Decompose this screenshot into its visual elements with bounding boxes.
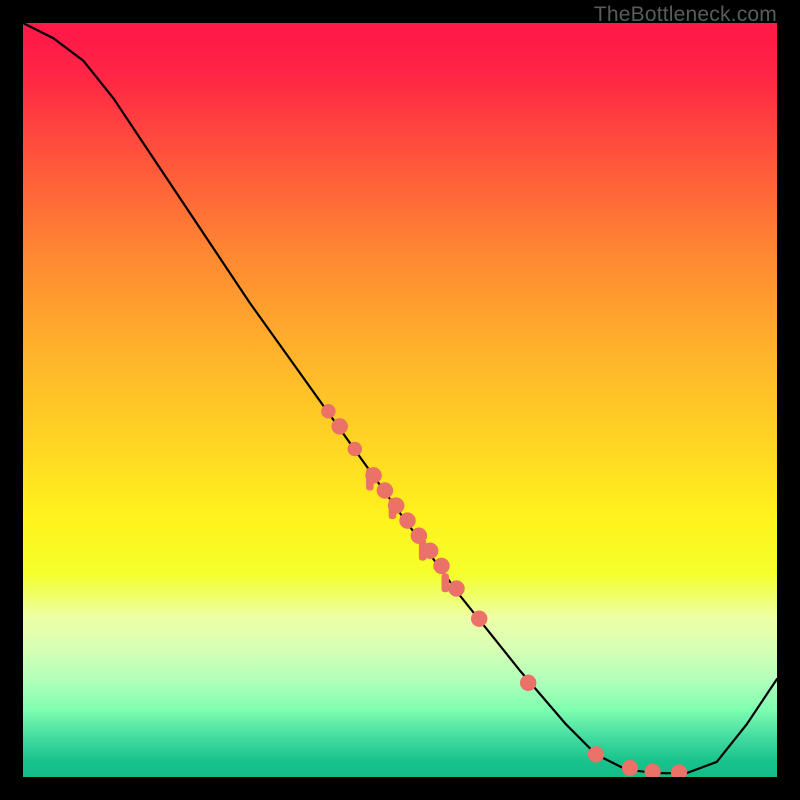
data-point bbox=[422, 543, 438, 559]
data-point bbox=[622, 760, 638, 776]
data-point bbox=[348, 442, 362, 456]
data-point bbox=[471, 611, 487, 627]
data-point bbox=[411, 528, 427, 544]
data-point bbox=[671, 765, 687, 778]
data-point bbox=[388, 498, 404, 514]
data-point bbox=[400, 513, 416, 529]
data-point bbox=[366, 467, 382, 483]
chart-overlay bbox=[23, 23, 777, 777]
data-point bbox=[332, 418, 348, 434]
data-point bbox=[449, 581, 465, 597]
data-point bbox=[588, 746, 604, 762]
watermark-text: TheBottleneck.com bbox=[594, 3, 777, 27]
bottleneck-curve bbox=[23, 23, 777, 773]
data-point bbox=[645, 764, 661, 777]
data-point bbox=[434, 558, 450, 574]
chart-frame: TheBottleneck.com bbox=[0, 0, 800, 800]
data-point bbox=[520, 675, 536, 691]
data-point bbox=[377, 483, 393, 499]
data-points bbox=[321, 404, 687, 777]
data-point bbox=[321, 404, 335, 418]
plot-area bbox=[23, 23, 777, 777]
